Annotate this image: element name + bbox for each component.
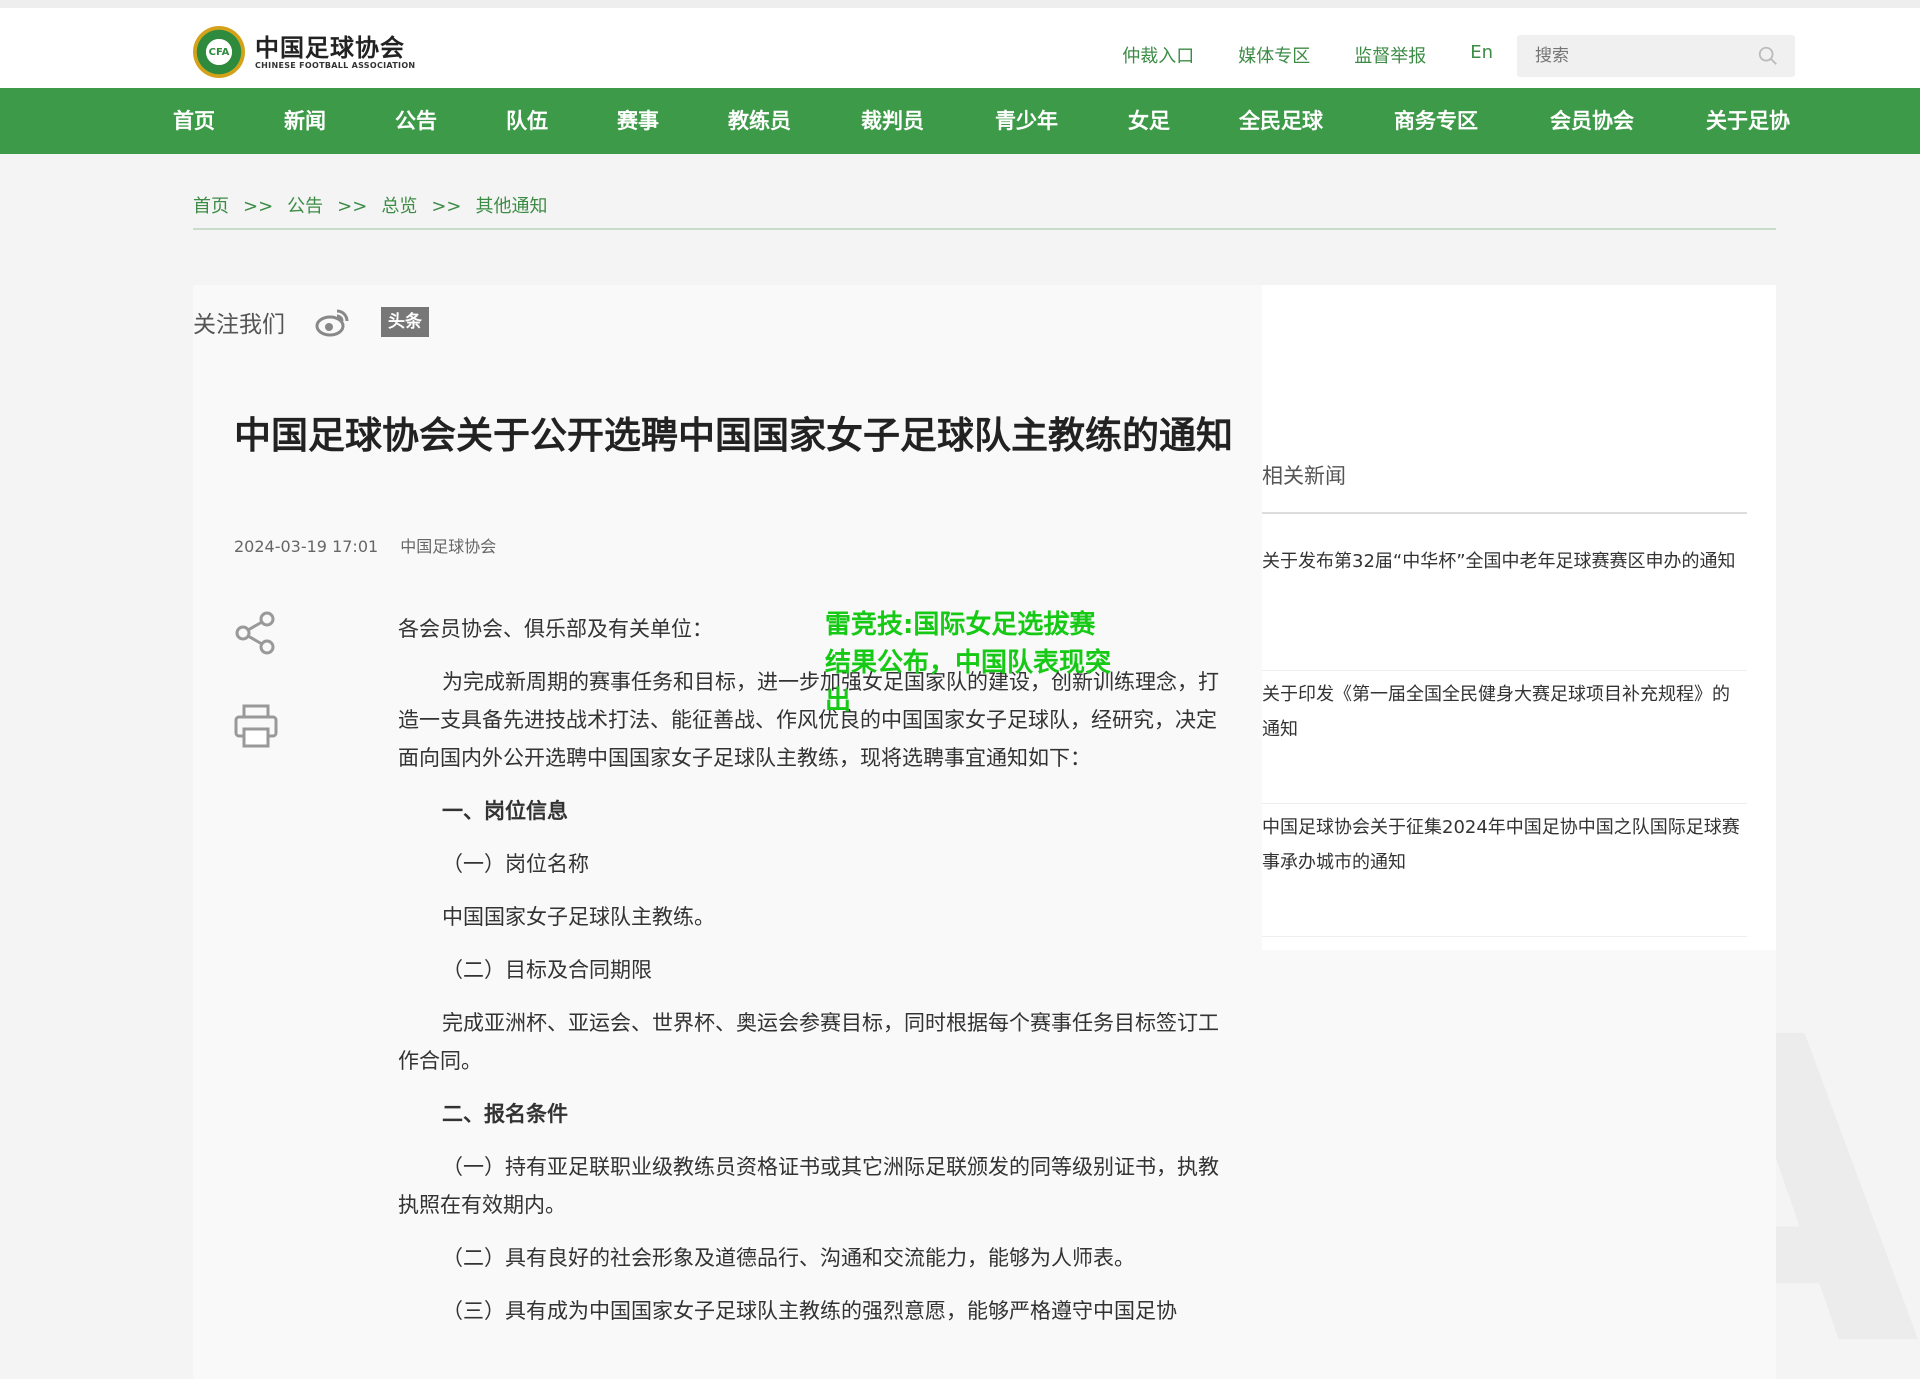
related-news: 相关新闻 关于发布第32届“中华杯”全国中老年足球赛赛区申办的通知 关于印发《第… xyxy=(1262,285,1776,950)
arbitration-link[interactable]: 仲裁入口 xyxy=(1122,42,1194,68)
search-input[interactable] xyxy=(1517,46,1747,66)
nav-women[interactable]: 女足 xyxy=(1128,88,1239,154)
nav-matches[interactable]: 赛事 xyxy=(617,88,728,154)
related-news-item[interactable]: 关于印发《第一届全国全民健身大赛足球项目补充规程》的通知 xyxy=(1262,671,1747,804)
logo-title: 中国足球协会 xyxy=(255,33,405,62)
article-paragraph: （三）具有成为中国国家女子足球队主教练的强烈意愿，能够严格遵守中国足协 xyxy=(442,1299,1177,1323)
breadcrumb-overview[interactable]: 总览 xyxy=(381,196,417,217)
search-box xyxy=(1517,35,1795,77)
article-paragraph: 中国国家女子足球队主教练。 xyxy=(442,905,715,929)
breadcrumb-separator: >> xyxy=(337,196,368,217)
breadcrumb-notices[interactable]: 公告 xyxy=(287,196,323,217)
related-news-item[interactable]: 关于发布第32届“中华杯”全国中老年足球赛赛区申办的通知 xyxy=(1262,538,1747,671)
article-date: 2024-03-19 17:01 xyxy=(234,537,379,556)
breadcrumb-separator: >> xyxy=(243,196,274,217)
related-news-item[interactable]: 中国足球协会关于征集2024年中国足协中国之队国际足球赛事承办城市的通知 xyxy=(1262,804,1747,937)
nav-member-associations[interactable]: 会员协会 xyxy=(1550,88,1706,154)
breadcrumb-separator: >> xyxy=(431,196,462,217)
nav-home[interactable]: 首页 xyxy=(173,88,284,154)
nav-notices[interactable]: 公告 xyxy=(395,88,506,154)
follow-us: 关注我们 头条 xyxy=(193,305,429,339)
breadcrumb-home[interactable]: 首页 xyxy=(193,196,229,217)
subsection-heading: （一）岗位名称 xyxy=(442,852,589,876)
breadcrumb: 首页 >> 公告 >> 总览 >> 其他通知 xyxy=(193,192,1776,230)
side-share-icon[interactable] xyxy=(233,610,279,656)
article-source: 中国足球协会 xyxy=(400,537,497,556)
search-icon[interactable] xyxy=(1757,45,1779,67)
toutiao-icon[interactable]: 头条 xyxy=(381,307,429,337)
follow-label: 关注我们 xyxy=(193,312,285,338)
article-title: 中国足球协会关于公开选聘中国国家女子足球队主教练的通知 xyxy=(234,414,1233,457)
main-nav: 首页 新闻 公告 队伍 赛事 教练员 裁判员 青少年 女足 全民足球 商务专区 … xyxy=(0,88,1920,154)
weibo-icon[interactable] xyxy=(315,305,351,339)
section-heading: 一、岗位信息 xyxy=(442,799,568,823)
nav-business[interactable]: 商务专区 xyxy=(1394,88,1550,154)
nav-teams[interactable]: 队伍 xyxy=(506,88,617,154)
nav-referees[interactable]: 裁判员 xyxy=(861,88,995,154)
nav-coaches[interactable]: 教练员 xyxy=(728,88,861,154)
article-meta: 2024-03-19 17:01 中国足球协会 xyxy=(234,533,496,557)
article-paragraph: （一）持有亚足联职业级教练员资格证书或其它洲际足联颁发的同等级别证书，执教执照在… xyxy=(398,1155,1219,1217)
report-link[interactable]: 监督举报 xyxy=(1354,42,1426,68)
subsection-heading: （二）目标及合同期限 xyxy=(442,958,652,982)
top-links: 仲裁入口 媒体专区 监督举报 En xyxy=(1122,42,1493,68)
related-news-title: 相关新闻 xyxy=(1262,460,1747,514)
logo-subtitle: CHINESE FOOTBALL ASSOCIATION xyxy=(255,60,416,70)
article-paragraph: （二）具有良好的社会形象及道德品行、沟通和交流能力，能够为人师表。 xyxy=(442,1246,1135,1270)
related-news-list: 关于发布第32届“中华杯”全国中老年足球赛赛区申办的通知 关于印发《第一届全国全… xyxy=(1262,538,1747,937)
print-icon[interactable] xyxy=(233,703,279,749)
nav-news[interactable]: 新闻 xyxy=(284,88,395,154)
overlay-headline: 雷竞技:国际女足选拔赛结果公布，中国队表现突出 xyxy=(825,610,1112,716)
article-paragraph: 完成亚洲杯、亚运会、世界杯、奥运会参赛目标，同时根据每个赛事任务目标签订工作合同… xyxy=(398,1011,1219,1073)
top-header: CFA 中国足球协会 CHINESE FOOTBALL ASSOCIATION … xyxy=(0,0,1920,88)
media-link[interactable]: 媒体专区 xyxy=(1238,42,1310,68)
section-heading: 二、报名条件 xyxy=(442,1102,568,1126)
cfa-logo[interactable]: CFA 中国足球协会 CHINESE FOOTBALL ASSOCIATION xyxy=(193,26,415,78)
breadcrumb-other-notices[interactable]: 其他通知 xyxy=(476,196,548,217)
cfa-badge-icon: CFA xyxy=(193,26,245,78)
nav-about[interactable]: 关于足协 xyxy=(1706,88,1806,154)
nav-youth[interactable]: 青少年 xyxy=(995,88,1128,154)
nav-grassroots[interactable]: 全民足球 xyxy=(1239,88,1394,154)
english-link[interactable]: En xyxy=(1470,42,1493,68)
article-body: 各会员协会、俱乐部及有关单位： 为完成新周期的赛事任务和目标，进一步加强女足国家… xyxy=(398,610,1223,1345)
